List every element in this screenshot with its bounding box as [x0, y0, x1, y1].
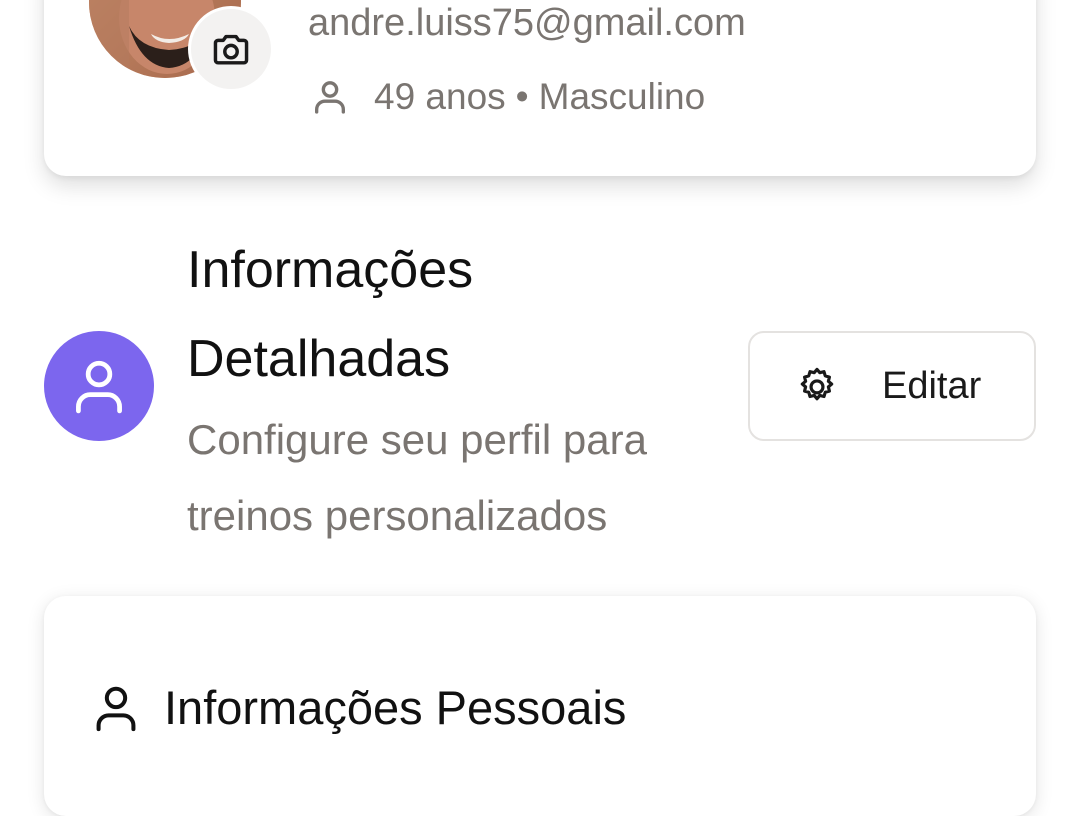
profile-age: 49 anos	[374, 76, 506, 117]
section-title: Informações Detalhadas	[187, 241, 474, 388]
profile-gender: Masculino	[538, 76, 706, 117]
meta-separator: •	[515, 76, 529, 117]
section-subtitle: Configure seu perfil para treinos person…	[187, 416, 647, 539]
section-user-avatar	[44, 331, 154, 441]
profile-card: andre.luiss75@gmail.com 49 anos • Mascul…	[44, 0, 1036, 176]
user-icon	[76, 360, 122, 414]
user-icon	[94, 684, 138, 732]
detailed-info-section: Informações Detalhadas Configure seu per…	[44, 226, 1036, 556]
gear-icon	[796, 365, 838, 407]
edit-button[interactable]: Editar	[748, 331, 1036, 441]
change-photo-button[interactable]	[188, 6, 274, 92]
personal-info-header: Informações Pessoais	[94, 680, 626, 735]
personal-info-title: Informações Pessoais	[164, 681, 627, 734]
user-icon	[310, 77, 350, 117]
camera-icon	[213, 34, 249, 65]
profile-meta: 49 anos • Masculino	[310, 76, 705, 118]
profile-email: andre.luiss75@gmail.com	[308, 2, 746, 44]
personal-info-card: Informações Pessoais	[44, 596, 1036, 816]
edit-button-label: Editar	[882, 364, 982, 407]
